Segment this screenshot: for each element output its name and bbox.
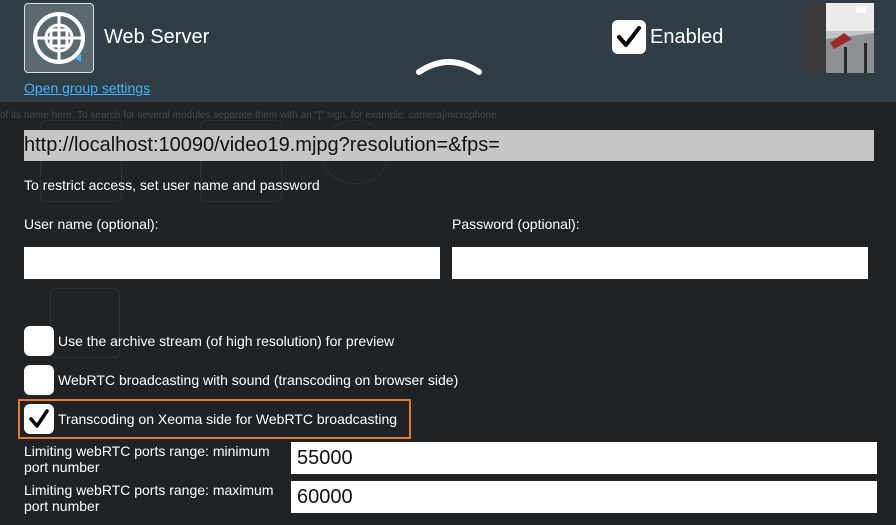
username-label: User name (optional): — [24, 216, 159, 232]
enabled-toggle[interactable]: Enabled — [612, 20, 723, 54]
password-label: Password (optional): — [452, 216, 580, 232]
archive-stream-option[interactable]: Use the archive stream (of high resoluti… — [24, 326, 394, 356]
access-hint-text: To restrict access, set user name and pa… — [24, 177, 320, 193]
xeoma-transcoding-label: Transcoding on Xeoma side for WebRTC bro… — [58, 411, 398, 427]
archive-stream-checkbox[interactable] — [24, 326, 54, 356]
webrtc-sound-option[interactable]: WebRTC broadcasting with sound (transcod… — [24, 365, 458, 395]
password-input[interactable] — [452, 247, 868, 279]
checkmark-icon — [29, 409, 49, 428]
enabled-label: Enabled — [650, 25, 724, 48]
module-header: Web Server Open group settings Enabled — [0, 0, 896, 102]
xeoma-transcoding-checkbox[interactable] — [24, 404, 54, 434]
web-server-module-icon[interactable] — [24, 3, 94, 73]
stream-url-field[interactable]: http://localhost:10090/video19.mjpg?reso… — [24, 130, 874, 161]
globe-icon — [33, 12, 85, 64]
webrtc-sound-checkbox[interactable] — [24, 365, 54, 395]
max-port-label: Limiting webRTC ports range: maximum por… — [24, 482, 274, 514]
checkmark-icon — [617, 26, 641, 47]
camera-preview-image — [804, 3, 874, 73]
xeoma-transcoding-option[interactable]: Transcoding on Xeoma side for WebRTC bro… — [24, 404, 397, 434]
username-input[interactable] — [24, 247, 440, 279]
camera-preview-thumbnail[interactable] — [804, 3, 874, 73]
search-hint-text: of its name here. To search for several … — [0, 110, 497, 121]
archive-stream-label: Use the archive stream (of high resoluti… — [58, 333, 395, 349]
collapse-chevron-icon[interactable] — [416, 54, 482, 76]
min-port-input[interactable] — [291, 442, 877, 474]
min-port-label: Limiting webRTC ports range: minimum por… — [24, 443, 270, 475]
webrtc-sound-label: WebRTC broadcasting with sound (transcod… — [58, 372, 459, 388]
enabled-checkbox[interactable] — [612, 20, 646, 54]
module-title: Web Server — [104, 26, 210, 48]
open-group-settings-link[interactable]: Open group settings — [24, 80, 150, 96]
max-port-input[interactable] — [291, 481, 877, 513]
